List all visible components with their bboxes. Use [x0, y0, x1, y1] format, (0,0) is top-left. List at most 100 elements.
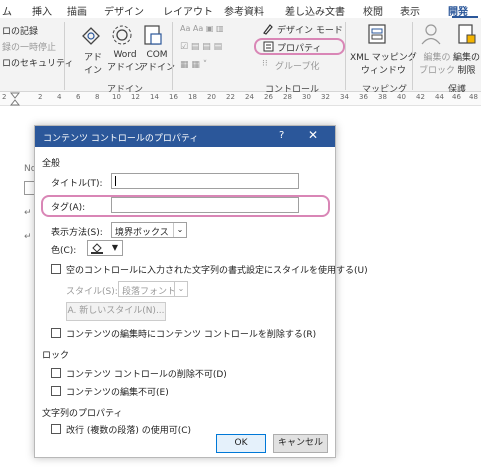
restrict-editing-button[interactable]: 編集の 制限: [453, 50, 480, 76]
cannot-delete-checkbox[interactable]: [51, 368, 61, 378]
allow-returns-checkbox[interactable]: [51, 424, 61, 434]
remove-on-edit-label: コンテンツの編集時にコンテンツ コントロールを削除する(R): [66, 330, 317, 340]
general-section-label: 全般: [42, 159, 61, 169]
ribbon-tabs: ム 挿入 描画 デザイン レイアウト 参考資料 差し込み文書 校閲 表示 開発: [0, 0, 481, 18]
xml-mapping-button[interactable]: XML マッピング ウィンドウ: [350, 50, 417, 76]
addins-icon: [82, 27, 100, 45]
ruler-number: 48: [469, 93, 478, 101]
ruler-number: 4: [57, 93, 62, 101]
text-properties-section-label: 文字列のプロパティ: [42, 409, 123, 419]
content-control-properties-dialog: コンテンツ コントロールのプロパティ ? ✕ 全般 タイトル(T): タグ(A)…: [34, 125, 368, 458]
ruler-number: 2: [2, 93, 7, 101]
help-button[interactable]: ?: [279, 130, 284, 141]
cannot-delete-label: コンテンツ コントロールの削除不可(D): [66, 370, 227, 380]
pause-recording-button[interactable]: 録の一時停止: [2, 40, 56, 53]
text-caret: [115, 176, 116, 186]
remove-on-edit-checkbox[interactable]: [51, 328, 61, 338]
chevron-down-icon: ⌄: [174, 282, 187, 296]
separator: [172, 22, 173, 90]
addins-button[interactable]: アド イン: [84, 50, 102, 76]
use-style-checkbox[interactable]: [51, 264, 61, 274]
separator: [345, 22, 346, 90]
ruler-number: 22: [226, 93, 235, 101]
tab-insert[interactable]: 挿入: [32, 3, 52, 18]
ruler-number: 32: [321, 93, 330, 101]
display-select[interactable]: 境界ボックス ⌄: [111, 222, 187, 238]
word-addins-icon: [112, 25, 132, 45]
restrict-editing-icon: [458, 24, 476, 44]
ruler: 2 2 4 6 8 10 12 14 16 18 20 22 24 26 28 …: [0, 92, 481, 106]
com-addins-icon: [144, 25, 162, 45]
ruler-number: 38: [378, 93, 387, 101]
properties-highlight: [254, 38, 345, 55]
style-label: スタイル(S):: [66, 287, 118, 297]
display-value: 境界ボックス: [115, 228, 169, 238]
ruler-number: 30: [302, 93, 311, 101]
ruler-number: 6: [76, 93, 81, 101]
ruler-number: 44: [435, 93, 444, 101]
ruler-number: 42: [416, 93, 425, 101]
indent-marker-icon[interactable]: [10, 92, 20, 106]
allow-returns-label: 改行 (複数の段落) の使用可(C): [66, 426, 192, 436]
macro-security-button[interactable]: ロのセキュリティ: [2, 56, 73, 69]
text-controls-icons: Aa Aa ▣ ▥: [180, 24, 224, 33]
dialog-title-bar[interactable]: コンテンツ コントロールのプロパティ ? ✕: [35, 126, 335, 147]
tab-review[interactable]: 校閲: [363, 3, 383, 18]
ruler-number: 20: [207, 93, 216, 101]
ruler-number: 12: [131, 93, 140, 101]
paint-bucket-icon: [91, 243, 103, 254]
tab-mailings[interactable]: 差し込み文書: [285, 3, 345, 18]
display-label: 表示方法(S):: [51, 228, 103, 238]
tab-view[interactable]: 表示: [400, 3, 420, 18]
paragraph-mark: ↵: [24, 208, 32, 218]
word-addins-button[interactable]: Word アドイン: [107, 50, 143, 73]
title-input[interactable]: [111, 173, 299, 189]
checkbox-controls-icons: ☑ ▤ ▤ ▤: [180, 42, 223, 52]
color-picker[interactable]: ▼: [87, 240, 123, 256]
color-label: 色(C):: [51, 246, 77, 256]
ruler-number: 14: [150, 93, 159, 101]
group-icon: ⁝⁝: [262, 59, 268, 69]
tab-home[interactable]: ム: [2, 3, 12, 18]
ruler-number: 18: [188, 93, 197, 101]
close-button[interactable]: ✕: [308, 128, 318, 142]
new-style-label: 新しいスタイル(N)...: [79, 306, 165, 316]
block-authors-button[interactable]: 編集の ブロック: [419, 50, 455, 76]
dropdown-arrow-icon: ▼: [111, 243, 118, 252]
ribbon: ロの記録 録の一時停止 ロのセキュリティ アド イン Word アドイン COM…: [0, 18, 481, 95]
ruler-number: 10: [112, 93, 121, 101]
cannot-edit-label: コンテンツの編集不可(E): [66, 388, 169, 398]
dialog-title: コンテンツ コントロールのプロパティ: [43, 134, 199, 144]
xml-mapping-icon: [368, 24, 386, 44]
ruler-number: 24: [245, 93, 254, 101]
tab-draw[interactable]: 描画: [67, 3, 87, 18]
style-value: 段落フォント: [122, 287, 177, 297]
com-addins-button[interactable]: COM アドイン: [139, 50, 175, 73]
tab-design[interactable]: デザイン: [104, 3, 144, 18]
lock-section-label: ロック: [42, 351, 70, 361]
ruler-number: 36: [359, 93, 368, 101]
cannot-edit-checkbox[interactable]: [51, 386, 61, 396]
tab-layout[interactable]: レイアウト: [163, 3, 213, 18]
ruler-number: 16: [169, 93, 178, 101]
ok-button[interactable]: OK: [216, 434, 266, 453]
design-mode-icon: [263, 24, 273, 35]
chevron-down-icon: ⌄: [173, 223, 186, 237]
title-label: タイトル(T):: [51, 179, 103, 189]
group-button[interactable]: グループ化: [275, 59, 319, 72]
tab-references[interactable]: 参考資料: [224, 3, 264, 18]
tag-label: タグ(A):: [51, 203, 86, 213]
new-style-button[interactable]: A. 新しいスタイル(N)...: [66, 302, 166, 321]
ruler-number: 8: [95, 93, 100, 101]
style-select[interactable]: 段落フォント ⌄: [118, 281, 188, 297]
record-macro-button[interactable]: ロの記録: [2, 24, 38, 37]
cancel-button[interactable]: キャンセル: [273, 434, 328, 453]
legacy-controls-icons: ▦ ▦ ˅: [180, 60, 208, 70]
tag-input[interactable]: [111, 197, 299, 213]
separator: [64, 22, 65, 90]
ruler-number: 40: [397, 93, 406, 101]
use-style-label: 空のコントロールに入力された文字列の書式設定にスタイルを使用する(U): [66, 266, 368, 276]
design-mode-button[interactable]: デザイン モード: [277, 23, 343, 36]
ruler-number: 46: [452, 93, 461, 101]
ruler-number: 26: [264, 93, 273, 101]
